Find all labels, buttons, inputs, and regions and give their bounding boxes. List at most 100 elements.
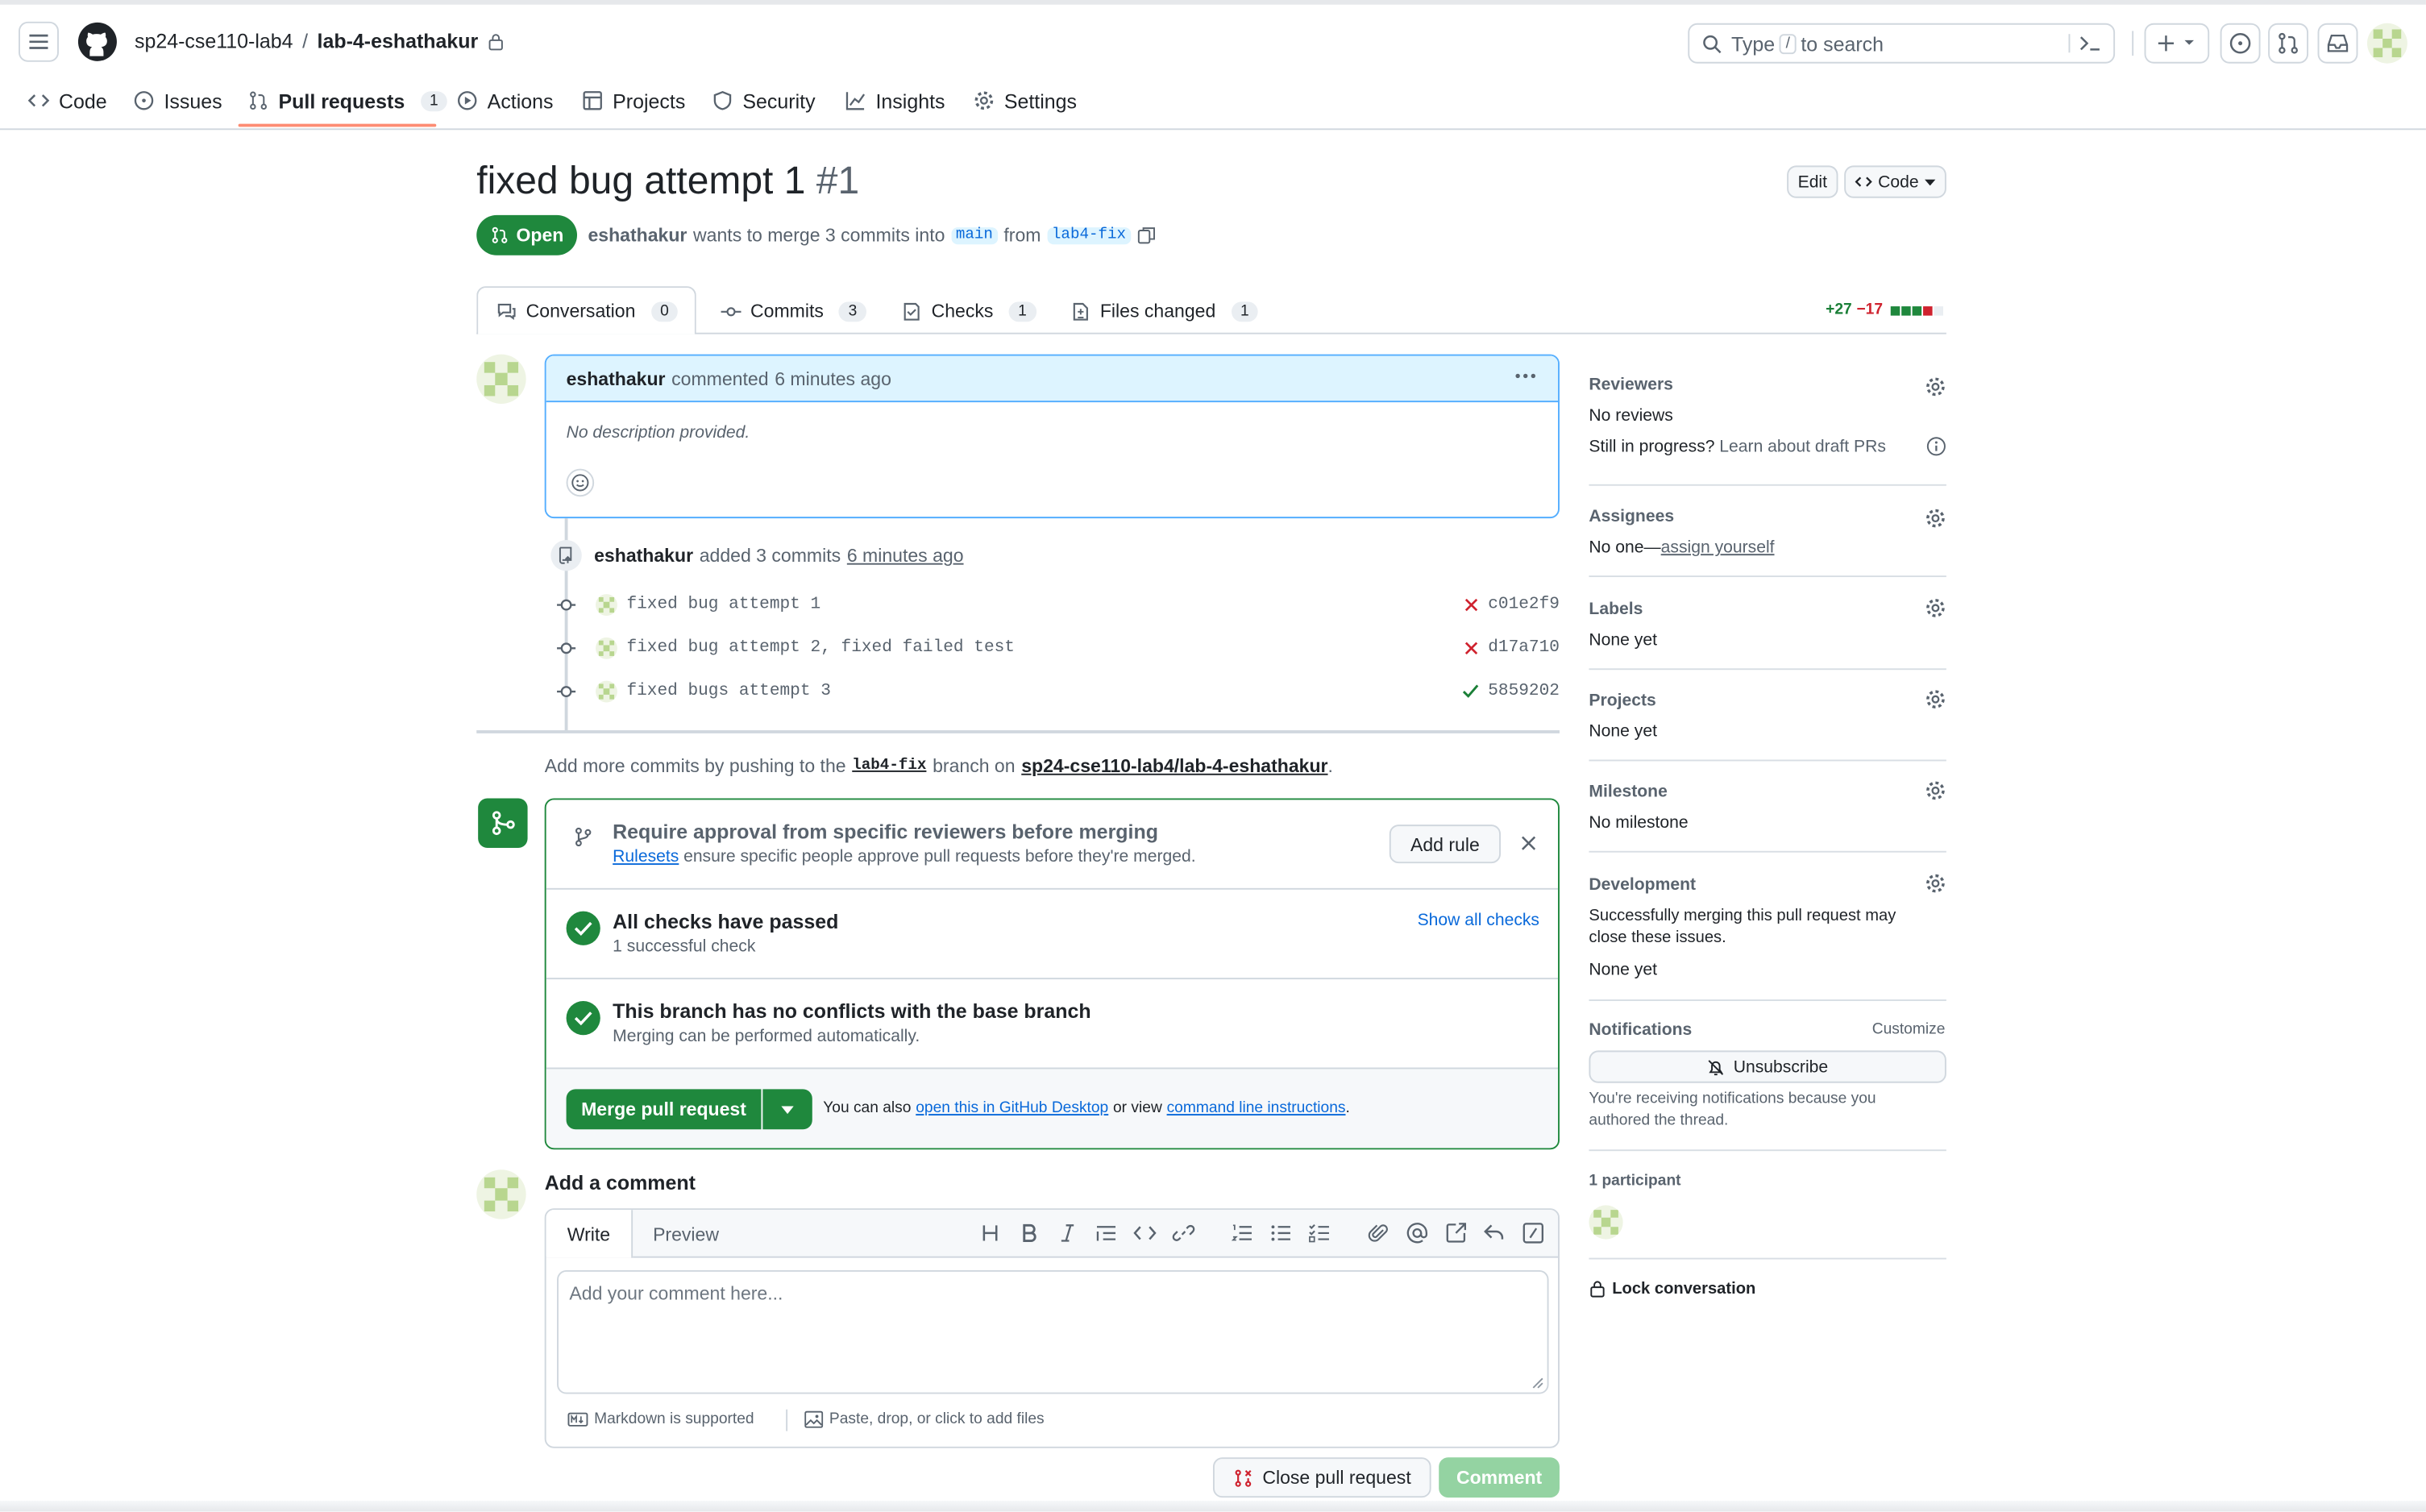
reviewers-heading[interactable]: Reviewers (1589, 376, 1672, 394)
push-hint-repo-link[interactable]: sp24-cse110-lab4/lab-4-eshathakur (1021, 755, 1327, 777)
italic-icon[interactable] (1055, 1221, 1080, 1246)
markdown-hint[interactable]: Markdown is supported (567, 1411, 754, 1428)
pull-requests-button[interactable] (2268, 23, 2309, 64)
copy-icon[interactable] (1137, 226, 1156, 244)
pr-author[interactable]: eshathakur (588, 224, 687, 246)
bold-icon[interactable] (1016, 1221, 1041, 1246)
reply-icon[interactable] (1482, 1221, 1507, 1246)
comment-submit-button[interactable]: Comment (1439, 1457, 1560, 1498)
comment-author[interactable]: eshathakur (567, 368, 666, 389)
pull-requests-count: 1 (420, 90, 448, 111)
info-icon[interactable] (1926, 436, 1946, 456)
ruleset-title: Require approval from specific reviewers… (613, 820, 1158, 844)
show-all-checks-link[interactable]: Show all checks (1418, 912, 1539, 930)
nav-insights[interactable]: Insights (845, 86, 945, 114)
command-palette-icon[interactable] (2068, 34, 2101, 53)
gear-icon[interactable] (1925, 779, 1946, 801)
breadcrumb-owner[interactable]: sp24-cse110-lab4 (135, 29, 293, 52)
breadcrumb-repo[interactable]: lab-4-eshathakur (318, 29, 479, 52)
assign-yourself-link[interactable]: assign yourself (1661, 538, 1775, 557)
user-avatar[interactable] (2366, 23, 2407, 64)
write-tab[interactable]: Write (546, 1210, 634, 1258)
hamburger-menu-button[interactable] (19, 21, 59, 62)
comment-author-avatar[interactable] (476, 354, 526, 405)
edit-title-button[interactable]: Edit (1787, 165, 1838, 198)
cross-reference-icon[interactable] (1444, 1221, 1468, 1246)
base-branch[interactable]: main (951, 226, 998, 244)
tab-files-changed[interactable]: Files changed 1 (1070, 300, 1259, 322)
paperclip-icon[interactable] (1366, 1221, 1391, 1246)
code-icon[interactable] (1132, 1221, 1157, 1246)
search-input[interactable]: Type / to search (1688, 23, 2116, 64)
participant-avatar[interactable] (1589, 1205, 1623, 1240)
create-new-button[interactable] (2144, 23, 2210, 64)
milestone-heading[interactable]: Milestone (1589, 783, 1667, 801)
issues-button[interactable] (2220, 23, 2261, 64)
list-ordered-icon[interactable] (1230, 1221, 1255, 1246)
mention-icon[interactable] (1405, 1221, 1430, 1246)
triangle-down-icon (781, 1105, 794, 1114)
nav-security[interactable]: Security (712, 86, 816, 114)
commit-message[interactable]: fixed bug attempt 2, fixed failed test (626, 639, 1015, 658)
tab-conversation[interactable]: Conversation 0 (476, 286, 696, 334)
viewer-avatar[interactable] (476, 1169, 526, 1219)
nav-projects[interactable]: Projects (582, 86, 685, 114)
commit-author-avatar[interactable] (596, 680, 617, 703)
tab-commits[interactable]: Commits 3 (721, 300, 866, 322)
attach-files[interactable]: Paste, drop, or click to add files (804, 1410, 1045, 1428)
nav-issues[interactable]: Issues (133, 86, 222, 114)
commits-event-time[interactable]: 6 minutes ago (847, 545, 964, 567)
customize-link[interactable]: Customize (1872, 1021, 1946, 1038)
rulesets-link[interactable]: Rulesets (613, 848, 679, 866)
heading-icon[interactable] (978, 1221, 1003, 1246)
list-unordered-icon[interactable] (1269, 1221, 1294, 1246)
slash-commands-icon[interactable] (1521, 1221, 1546, 1246)
lock-conversation-button[interactable]: Lock conversation (1589, 1280, 1755, 1298)
nav-settings[interactable]: Settings (973, 86, 1077, 114)
draft-prs-link[interactable]: Learn about draft PRs (1719, 438, 1886, 456)
assignees-heading[interactable]: Assignees (1589, 508, 1674, 526)
merge-method-dropdown[interactable] (762, 1089, 812, 1130)
commit-sha[interactable]: 5859202 (1488, 683, 1560, 701)
nav-code[interactable]: Code (27, 86, 107, 114)
commit-message[interactable]: fixed bugs attempt 3 (626, 683, 830, 701)
gear-icon[interactable] (1925, 688, 1946, 710)
gear-icon[interactable] (1925, 597, 1946, 619)
comment-options-button[interactable] (1513, 365, 1538, 387)
push-hint-branch[interactable]: lab4-fix (852, 758, 926, 775)
labels-heading[interactable]: Labels (1589, 600, 1643, 619)
dismiss-ruleset-button[interactable] (1521, 836, 1536, 851)
head-branch[interactable]: lab4-fix (1047, 226, 1131, 244)
inbox-button[interactable] (2317, 23, 2358, 64)
commit-author-avatar[interactable] (596, 594, 617, 617)
gear-icon[interactable] (1925, 376, 1946, 397)
commit-message[interactable]: fixed bug attempt 1 (626, 596, 820, 614)
link-icon[interactable] (1171, 1221, 1196, 1246)
unsubscribe-button[interactable]: Unsubscribe (1589, 1050, 1946, 1083)
commit-sha[interactable]: d17a710 (1488, 639, 1560, 658)
add-rule-button[interactable]: Add rule (1389, 825, 1502, 864)
commits-event-author[interactable]: eshathakur (594, 545, 693, 567)
commit-sha[interactable]: c01e2f9 (1488, 596, 1560, 614)
development-heading[interactable]: Development (1589, 875, 1696, 894)
tasklist-icon[interactable] (1307, 1221, 1332, 1246)
quote-icon[interactable] (1094, 1221, 1119, 1246)
merge-pull-request-button[interactable]: Merge pull request (566, 1089, 762, 1130)
gear-icon[interactable] (1925, 508, 1946, 530)
commit-author-avatar[interactable] (596, 637, 617, 659)
github-desktop-link[interactable]: open this in GitHub Desktop (916, 1100, 1108, 1117)
close-pull-request-button[interactable]: Close pull request (1212, 1457, 1431, 1498)
nav-actions[interactable]: Actions (456, 86, 554, 114)
nav-pull-requests[interactable]: Pull requests 1 (247, 86, 448, 114)
add-reaction-button[interactable] (566, 468, 595, 497)
comment-time[interactable]: 6 minutes ago (775, 368, 891, 389)
github-logo[interactable] (77, 22, 118, 62)
comment-textarea[interactable]: Add your comment here... (557, 1269, 1549, 1394)
code-dropdown-button[interactable]: Code (1844, 165, 1946, 198)
gear-icon[interactable] (1925, 873, 1946, 895)
command-line-link[interactable]: command line instructions (1167, 1100, 1346, 1117)
preview-tab[interactable]: Preview (653, 1223, 719, 1245)
projects-heading[interactable]: Projects (1589, 692, 1655, 710)
resize-handle-icon[interactable] (1530, 1376, 1543, 1389)
tab-checks[interactable]: Checks 1 (902, 300, 1036, 322)
